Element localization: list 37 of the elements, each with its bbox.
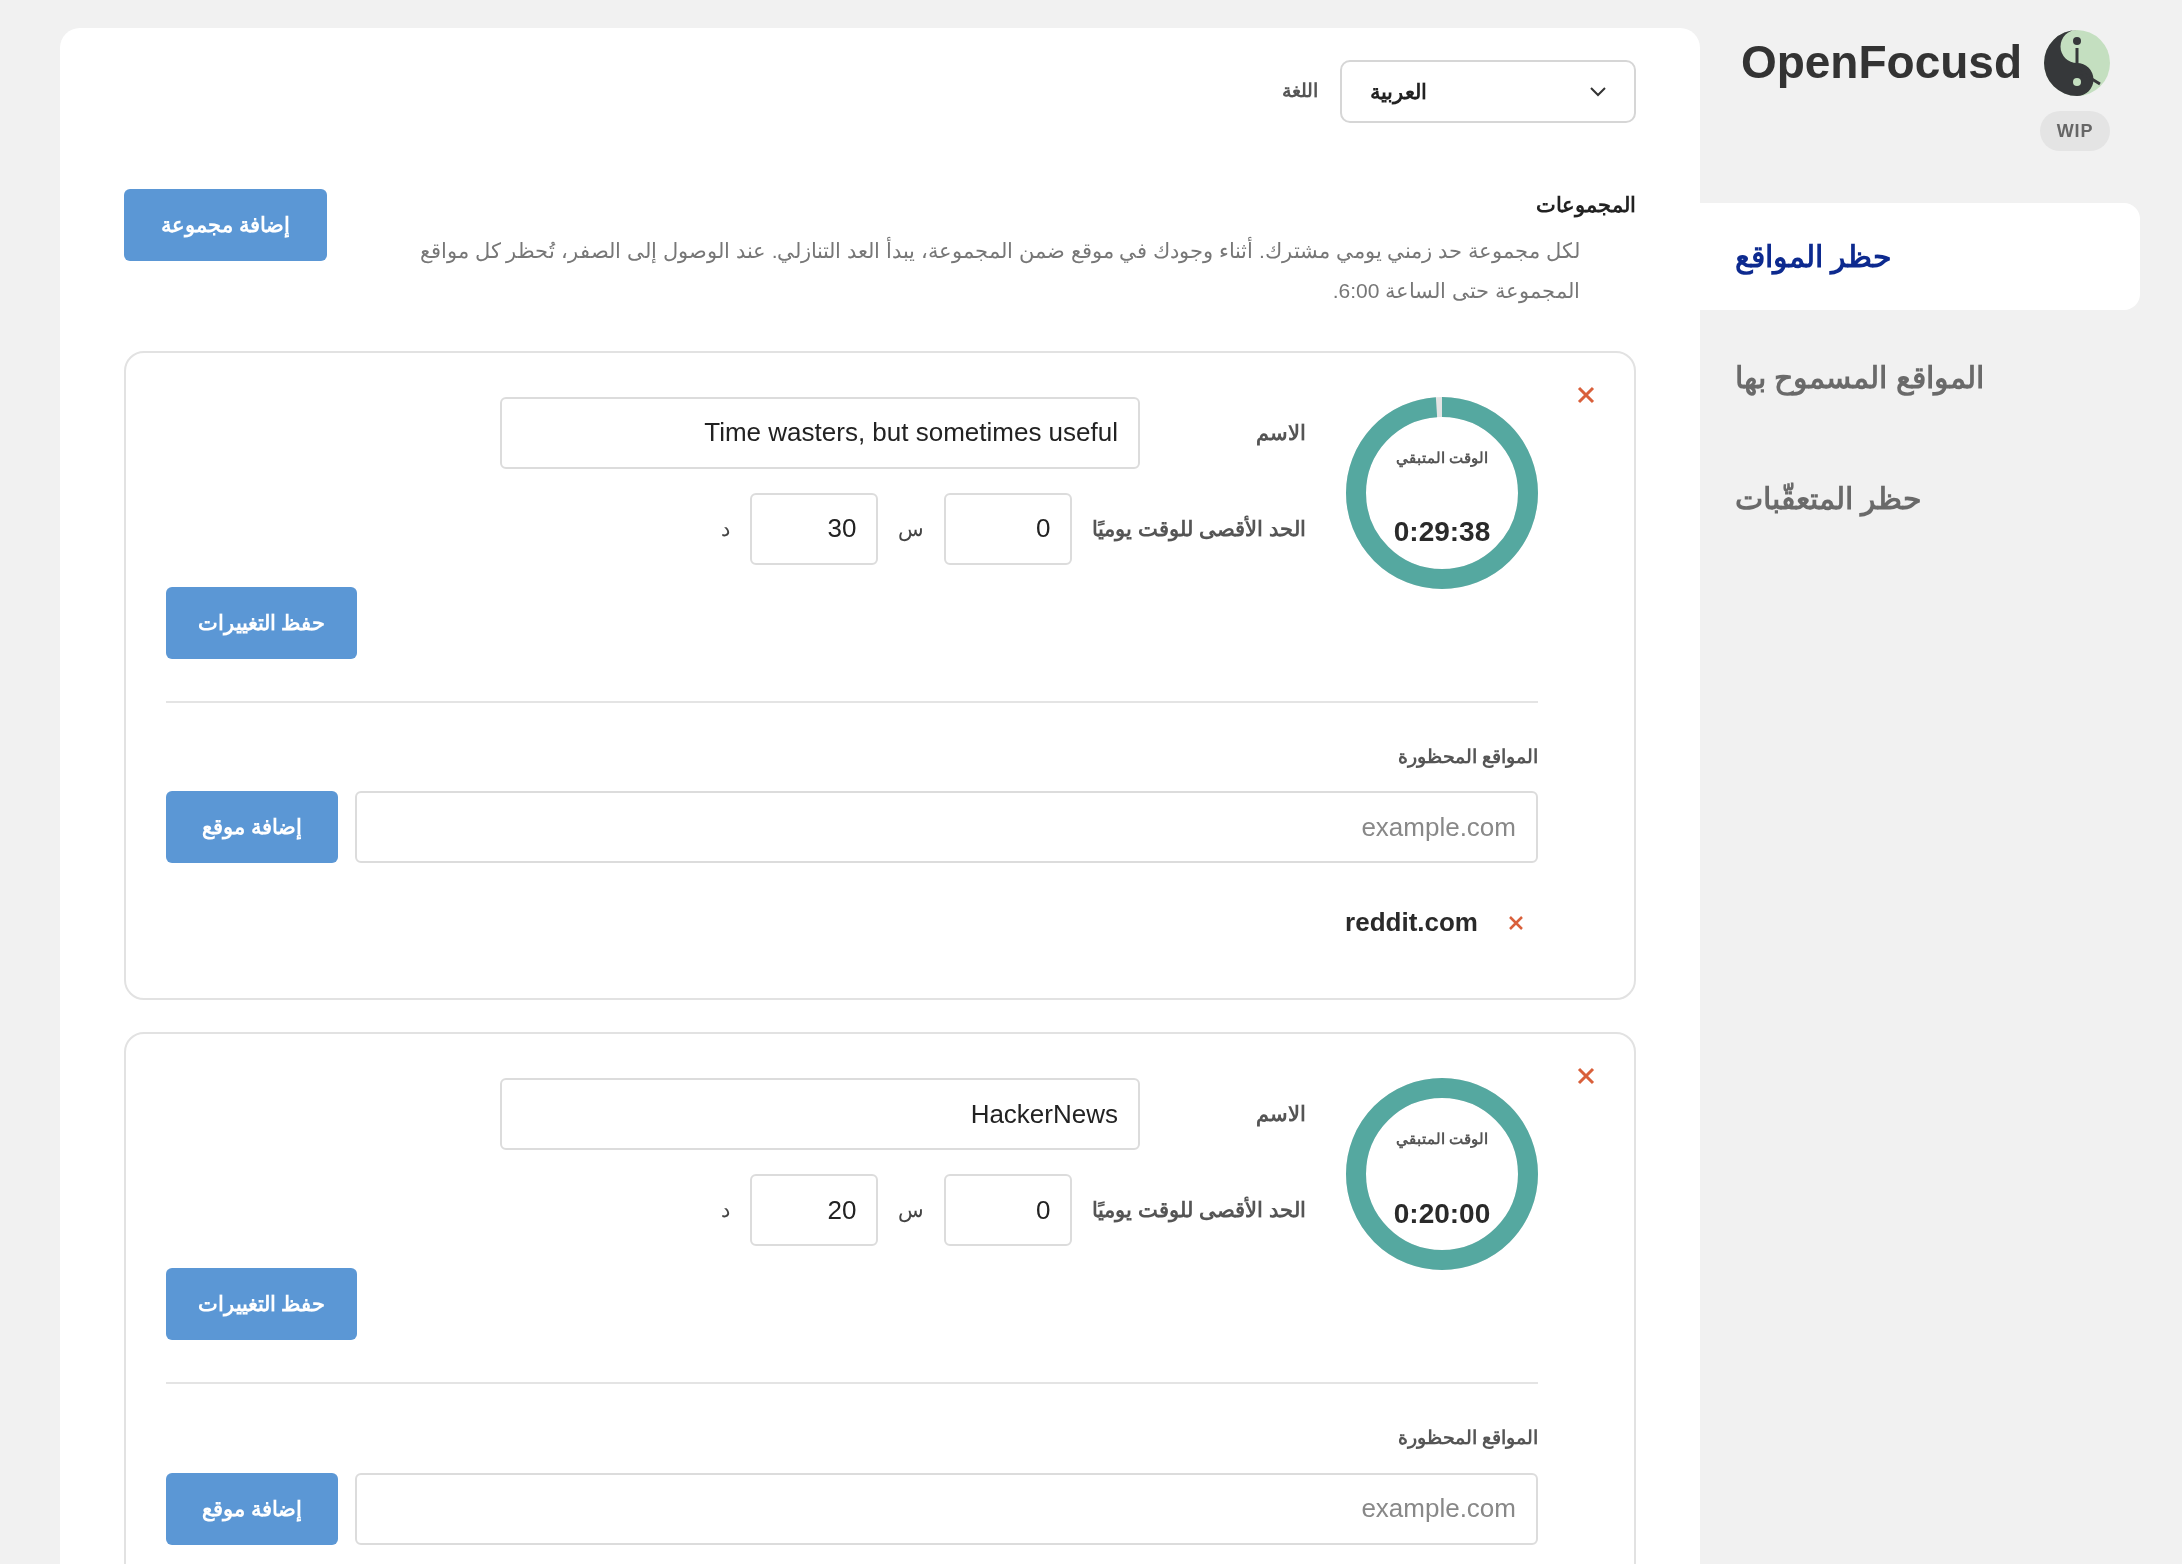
nav-tab[interactable]: المواقع المسموح بها — [1700, 324, 2140, 431]
remaining-time: 0:29:38 — [1393, 515, 1491, 549]
chevron-down-icon — [1590, 86, 1606, 97]
hours-unit: س — [898, 1197, 925, 1225]
daily-limit-label: الحد الأقصى للوقت يوميًا — [1092, 514, 1306, 544]
blocked-sites-label: المواقع المحظورة — [1397, 1426, 1538, 1451]
language-select[interactable]: العربية — [1340, 60, 1636, 123]
nav-tab[interactable]: حظر المتعقّبات — [1700, 445, 2140, 552]
minutes-field[interactable]: 20 — [750, 1174, 879, 1246]
name-label: الاسم — [1255, 1101, 1306, 1129]
site-domain: reddit.com — [1345, 906, 1478, 939]
remaining-time: 0:20:00 — [1393, 1196, 1491, 1231]
minutes-unit: د — [721, 515, 731, 542]
minutes-unit: د — [721, 1197, 731, 1224]
hours-field[interactable]: 0 — [944, 1174, 1073, 1246]
hours-field[interactable]: 0 — [944, 492, 1073, 565]
name-label: الاسم — [1255, 419, 1306, 448]
nav-tab[interactable]: حظر المواقع — [1700, 203, 2140, 310]
blocked-sites-label: المواقع المحظورة — [1397, 744, 1538, 770]
language-label: اللغة — [1282, 79, 1318, 104]
close-icon — [1509, 915, 1523, 930]
groups-description: لكل مجموعة حد زمني يومي مشترك. أثناء وجودك في موقع ضمن المجموعة، يبدأ العد التنازلي. عند الوصول إلى الصفر، تُحظر كل مواقع المجموعة حتى الساعة 6:00. — [418, 236, 1581, 306]
remaining-label: الوقت المتبقي — [1395, 447, 1489, 469]
close-icon — [1577, 385, 1595, 404]
logo-icon — [2044, 29, 2110, 96]
app-title: OpenFocusd — [1740, 35, 2022, 90]
remaining-label: الوقت المتبقي — [1395, 1129, 1489, 1151]
wip-badge: WIP — [2040, 111, 2110, 151]
site-field[interactable]: example.com — [355, 791, 1538, 863]
close-icon — [1577, 1067, 1595, 1085]
name-field[interactable]: HackerNews — [500, 1078, 1140, 1150]
groups-heading: المجموعات — [1536, 192, 1636, 220]
daily-limit-label: الحد الأقصى للوقت يوميًا — [1092, 1195, 1306, 1225]
site-field[interactable]: example.com — [355, 1472, 1538, 1545]
minutes-field[interactable]: 30 — [750, 492, 879, 565]
name-field[interactable]: Time wasters, but sometimes useful — [500, 396, 1140, 469]
hours-unit: س — [898, 515, 925, 544]
